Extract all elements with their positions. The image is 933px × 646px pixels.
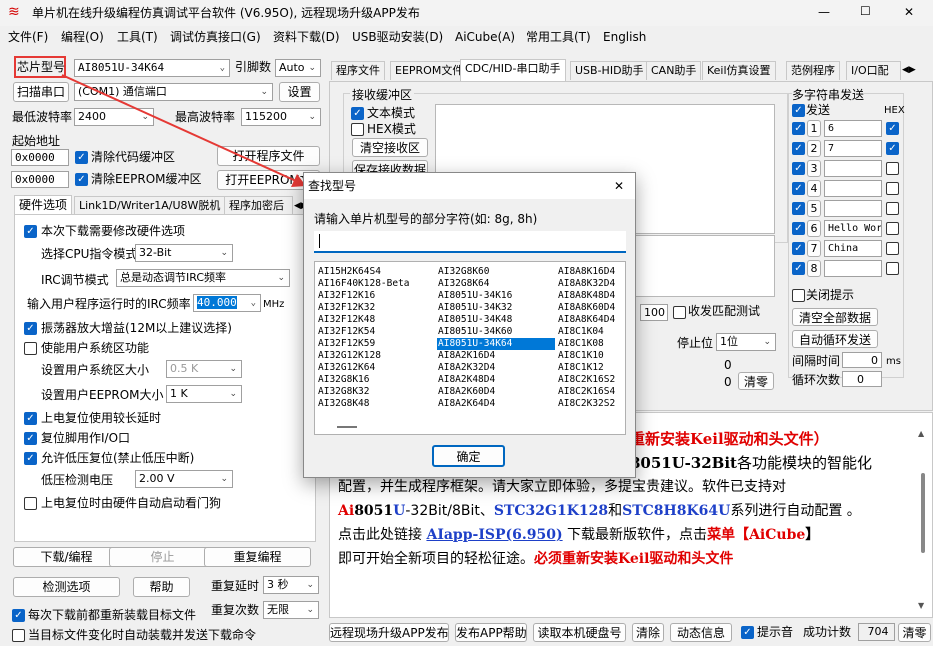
model-list-item[interactable]: AI32F12K48 <box>317 314 435 326</box>
dialog-title: 查找型号 <box>308 179 357 193</box>
dialog-ok-button[interactable]: 确定 <box>432 445 505 467</box>
model-list-item[interactable]: AI8A2K48D4 <box>437 374 555 386</box>
model-list-item[interactable]: AI8A8K32D4 <box>557 278 625 290</box>
model-list-item[interactable]: AI8C2K16S2 <box>557 374 625 386</box>
model-list-item[interactable]: AI8A2K64D4 <box>437 398 555 410</box>
model-list-item[interactable]: AI32F12K16 <box>317 290 435 302</box>
model-list-item[interactable]: AI32F12K54 <box>317 326 435 338</box>
dialog-prompt: 请输入单片机型号的部分字符(如: 8g, 8h) <box>314 212 538 226</box>
model-list-item[interactable]: AI32G8K64 <box>437 278 555 290</box>
model-list-item[interactable]: AI32G8K60 <box>437 266 555 278</box>
model-list-item[interactable]: AI32G8K48 <box>317 398 435 410</box>
model-list-item[interactable]: AI8A8K64D4 <box>557 314 625 326</box>
model-list-item[interactable]: AI32G8K32 <box>317 386 435 398</box>
model-list-item[interactable]: AI15H2K64S4 <box>317 266 435 278</box>
model-list-item[interactable]: AI8C2K32S2 <box>557 398 625 410</box>
find-model-dialog: 查找型号 ✕ 请输入单片机型号的部分字符(如: 8g, 8h) AI15H2K6… <box>303 172 636 478</box>
model-list-item[interactable]: AI32F12K32 <box>317 302 435 314</box>
model-list-item[interactable]: AI32G12K64 <box>317 362 435 374</box>
model-list-item[interactable]: AI8A2K60D4 <box>437 386 555 398</box>
model-list-item[interactable]: AI8051U-34K64 <box>437 338 555 350</box>
model-search-input[interactable] <box>314 231 626 253</box>
model-list-item[interactable]: AI8A2K32D4 <box>437 362 555 374</box>
model-list-item[interactable]: AI8051U-34K48 <box>437 314 555 326</box>
dialog-title-bar: 查找型号 ✕ <box>304 173 635 199</box>
model-list-item[interactable]: AI16F40K128-Beta <box>317 278 435 290</box>
model-list-item[interactable]: AI8051U-34K16 <box>437 290 555 302</box>
model-list-item[interactable]: AI32G12K128 <box>317 350 435 362</box>
model-list[interactable]: AI15H2K64S4 AI16F40K128-Beta AI32F12K16 AI3… <box>314 261 626 435</box>
model-list-scrollbar[interactable] <box>337 426 357 428</box>
model-list-item[interactable]: AI8A2K16D4 <box>437 350 555 362</box>
model-list-item[interactable]: AI32F12K59 <box>317 338 435 350</box>
model-list-item[interactable]: AI8C1K04 <box>557 326 625 338</box>
model-list-item[interactable]: AI8C1K10 <box>557 350 625 362</box>
model-list-item[interactable]: AI8051U-34K32 <box>437 302 555 314</box>
model-list-item[interactable]: AI8C1K08 <box>557 338 625 350</box>
model-list-item[interactable]: AI8C1K12 <box>557 362 625 374</box>
model-list-item[interactable]: AI8A8K48D4 <box>557 290 625 302</box>
model-list-item[interactable]: AI8A8K16D4 <box>557 266 625 278</box>
model-list-item[interactable]: AI8051U-34K60 <box>437 326 555 338</box>
model-list-item[interactable]: AI32G8K16 <box>317 374 435 386</box>
model-list-item[interactable]: AI8A8K60D4 <box>557 302 625 314</box>
dialog-close-icon[interactable]: ✕ <box>614 178 624 194</box>
text-cursor <box>319 234 320 248</box>
model-list-item[interactable]: AI8C2K16S4 <box>557 386 625 398</box>
